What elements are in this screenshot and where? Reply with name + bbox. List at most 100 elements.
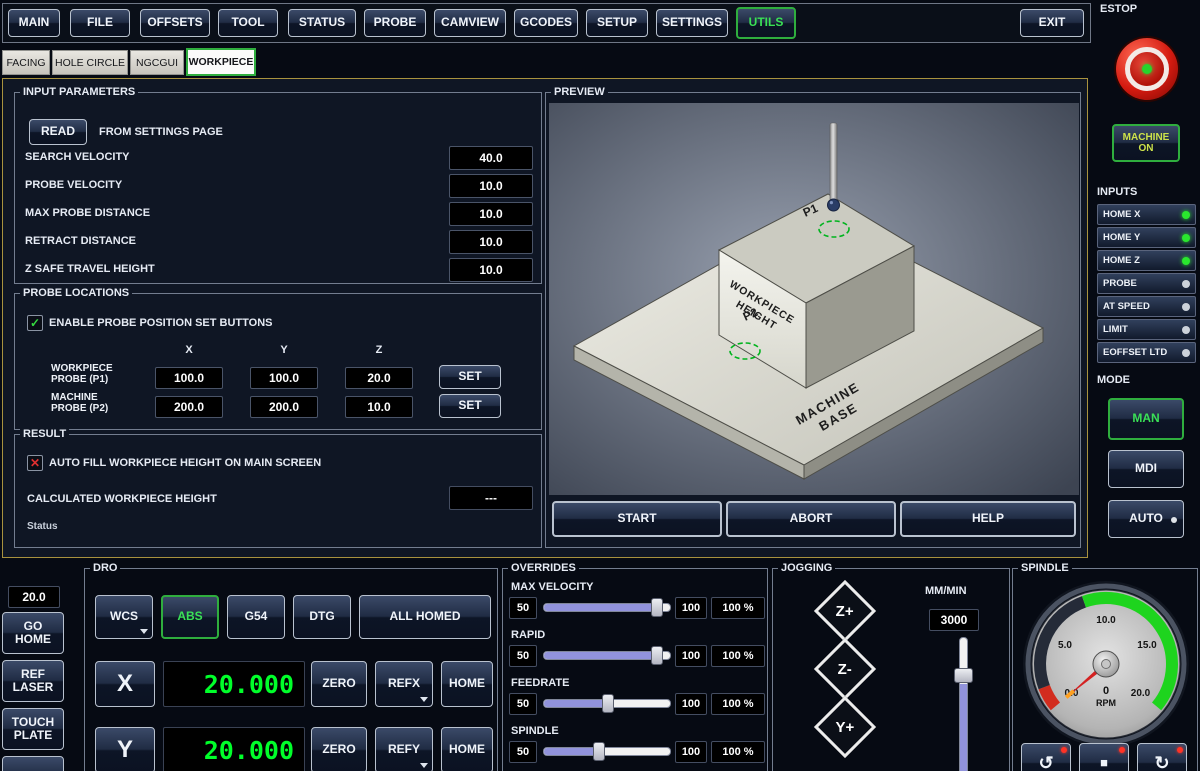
wcs-button[interactable]: WCS xyxy=(95,595,153,639)
jog-label: Z+ xyxy=(836,603,854,620)
field-label: MAX PROBE DISTANCE xyxy=(25,207,150,219)
feedrate-slider[interactable] xyxy=(543,699,671,708)
abort-button[interactable]: ABORT xyxy=(726,501,896,537)
tab-ngcgui[interactable]: NGCGUI xyxy=(130,50,184,75)
overrides-group: OVERRIDES MAX VELOCITY 50 100 100 % RAPI… xyxy=(502,568,768,771)
p1-z-entry[interactable]: 20.0 xyxy=(345,367,413,389)
slider-handle[interactable] xyxy=(593,742,605,761)
start-button[interactable]: START xyxy=(552,501,722,537)
estop-center-led xyxy=(1142,64,1152,74)
jog-y-plus-button[interactable]: Y+ xyxy=(814,696,876,758)
y-ref-button[interactable]: REFY xyxy=(375,727,433,771)
override-max-button[interactable]: 100 xyxy=(675,741,707,763)
menu-offsets-button[interactable]: OFFSETS xyxy=(140,9,210,37)
mode-mdi-button[interactable]: MDI xyxy=(1108,450,1184,488)
enable-set-buttons-checkbox[interactable]: ✓ xyxy=(27,315,43,331)
mode-auto-button[interactable]: AUTO xyxy=(1108,500,1184,538)
all-homed-button[interactable]: ALL HOMED xyxy=(359,595,491,639)
max-velocity-slider[interactable] xyxy=(543,603,671,612)
machine-probe-label: MACHINEPROBE (P2) xyxy=(51,392,108,414)
probe-velocity-entry[interactable]: 10.0 xyxy=(449,174,533,198)
g54-button[interactable]: G54 xyxy=(227,595,285,639)
abs-button[interactable]: ABS xyxy=(161,595,219,639)
tab-facing[interactable]: FACING xyxy=(2,50,50,75)
touch-plate-button[interactable]: TOUCH PLATE xyxy=(2,708,64,750)
ref-laser-button[interactable]: REF LASER xyxy=(2,660,64,702)
menu-settings-button[interactable]: SETTINGS xyxy=(656,9,728,37)
slider-handle[interactable] xyxy=(954,668,973,683)
go-home-button[interactable]: GO HOME xyxy=(2,612,64,654)
dtg-button[interactable]: DTG xyxy=(293,595,351,639)
menu-camview-button[interactable]: CAMVIEW xyxy=(434,9,506,37)
exit-button[interactable]: EXIT xyxy=(1020,9,1084,37)
override-min-button[interactable]: 50 xyxy=(509,597,537,619)
jog-rate-slider[interactable] xyxy=(959,637,968,771)
p1-y-entry[interactable]: 100.0 xyxy=(250,367,318,389)
rapid-slider[interactable] xyxy=(543,651,671,660)
override-min-button[interactable]: 50 xyxy=(509,645,537,667)
slider-handle[interactable] xyxy=(602,694,614,713)
y-ref-label: REFY xyxy=(388,743,420,756)
group-title: JOGGING xyxy=(778,561,835,575)
y-home-button[interactable]: HOME xyxy=(441,727,493,771)
slider-fill xyxy=(544,652,659,659)
calc-height-label: CALCULATED WORKPIECE HEIGHT xyxy=(27,493,217,505)
spindle-ccw-button[interactable]: ↺ xyxy=(1021,743,1071,771)
menu-main-button[interactable]: MAIN xyxy=(8,9,60,37)
p1-x-entry[interactable]: 100.0 xyxy=(155,367,223,389)
menu-setup-button[interactable]: SETUP xyxy=(586,9,648,37)
slider-handle[interactable] xyxy=(651,646,663,665)
x-ref-button[interactable]: REFX xyxy=(375,661,433,707)
spindle-stop-button[interactable]: ■ xyxy=(1079,743,1129,771)
override-max-button[interactable]: 100 xyxy=(675,693,707,715)
slider-fill xyxy=(544,700,610,707)
menu-status-button[interactable]: STATUS xyxy=(288,9,356,37)
max-probe-distance-entry[interactable]: 10.0 xyxy=(449,202,533,226)
override-min-button[interactable]: 50 xyxy=(509,693,537,715)
p2-z-entry[interactable]: 10.0 xyxy=(345,396,413,418)
search-velocity-entry[interactable]: 40.0 xyxy=(449,146,533,170)
read-button[interactable]: READ xyxy=(29,119,87,145)
retract-distance-entry[interactable]: 10.0 xyxy=(449,230,533,254)
menu-tool-button[interactable]: TOOL xyxy=(218,9,278,37)
spindle-cw-button[interactable]: ↻ xyxy=(1137,743,1187,771)
spindle-override-label: SPINDLE xyxy=(511,725,559,737)
jog-z-minus-button[interactable]: Z- xyxy=(814,638,876,700)
result-group: RESULT ✕ AUTO FILL WORKPIECE HEIGHT ON M… xyxy=(14,434,542,548)
z-safe-height-entry[interactable]: 10.0 xyxy=(449,258,533,282)
x-zero-button[interactable]: ZERO xyxy=(311,661,367,707)
p2-set-button[interactable]: SET xyxy=(439,394,501,418)
x-home-button[interactable]: HOME xyxy=(441,661,493,707)
tab-hole-circle[interactable]: HOLE CIRCLE xyxy=(52,50,128,75)
group-title: RESULT xyxy=(20,427,69,441)
menu-gcodes-button[interactable]: GCODES xyxy=(514,9,578,37)
tab-workpiece[interactable]: WORKPIECE xyxy=(186,48,256,76)
override-max-button[interactable]: 100 xyxy=(675,645,707,667)
axis-y-button[interactable]: Y xyxy=(95,727,155,771)
y-zero-button[interactable]: ZERO xyxy=(311,727,367,771)
slider-fill xyxy=(544,604,659,611)
menu-utils-button[interactable]: UTILS xyxy=(736,7,796,39)
status-led xyxy=(1182,257,1190,265)
menu-probe-button[interactable]: PROBE xyxy=(364,9,426,37)
machine-on-button[interactable]: MACHINE ON xyxy=(1112,124,1180,162)
p2-y-entry[interactable]: 200.0 xyxy=(250,396,318,418)
estop-button[interactable] xyxy=(1116,38,1178,100)
jog-z-plus-button[interactable]: Z+ xyxy=(814,580,876,642)
override-max-button[interactable]: 100 xyxy=(675,597,707,619)
p2-x-entry[interactable]: 200.0 xyxy=(155,396,223,418)
autofill-label: AUTO FILL WORKPIECE HEIGHT ON MAIN SCREE… xyxy=(49,457,321,469)
axis-x-button[interactable]: X xyxy=(95,661,155,707)
ref-button[interactable]: REF xyxy=(2,756,64,771)
autofill-checkbox[interactable]: ✕ xyxy=(27,455,43,471)
override-min-button[interactable]: 50 xyxy=(509,741,537,763)
spindle-slider[interactable] xyxy=(543,747,671,756)
menu-file-button[interactable]: FILE xyxy=(70,9,130,37)
mode-man-button[interactable]: MAN xyxy=(1108,398,1184,440)
p1-set-button[interactable]: SET xyxy=(439,365,501,389)
jog-label: Z- xyxy=(838,660,852,677)
field-label: SEARCH VELOCITY xyxy=(25,151,130,163)
help-button[interactable]: HELP xyxy=(900,501,1076,537)
svg-text:15.0: 15.0 xyxy=(1137,640,1157,651)
slider-handle[interactable] xyxy=(651,598,663,617)
